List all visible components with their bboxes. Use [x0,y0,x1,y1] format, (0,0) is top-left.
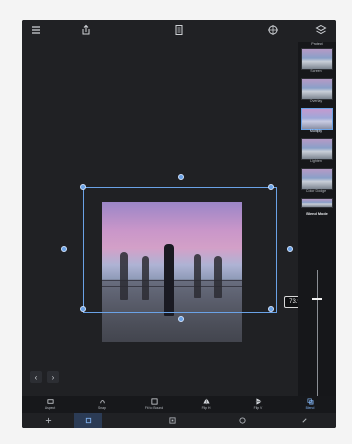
blend-option-more[interactable] [301,198,333,220]
side-handle[interactable] [61,246,67,252]
blend-thumbnail [301,198,333,208]
blend-option-label: Screen [310,69,322,73]
blend-thumbnail [301,108,333,130]
share-icon[interactable] [80,24,92,36]
blend-option-lighten[interactable]: Lighten [301,138,333,168]
layers-icon[interactable] [315,24,327,36]
tab-frame[interactable] [152,413,192,428]
aspect-button[interactable]: Aspect [30,396,70,413]
blend-button[interactable]: Blend [290,396,330,413]
flip-h-label: Flip H [201,406,211,410]
menu-icon[interactable] [30,24,42,36]
tab-brush[interactable] [284,413,324,428]
brush-tab-icon [301,418,307,423]
tool-tab-bar [22,413,336,428]
previous-button[interactable]: ‹ [30,371,42,383]
app-window: 73.9 Protect Screen Overlay Multiply Lig… [22,20,336,428]
blend-option-label: Lighten [310,159,322,163]
aspect-label: Aspect [44,406,56,410]
transform-bounding-box[interactable] [61,174,293,322]
document-icon[interactable] [173,24,185,36]
corner-handle[interactable] [268,184,274,190]
flip-v-label: Flip V [253,406,263,410]
corner-handle[interactable] [80,306,86,312]
blend-thumbnail [301,138,333,160]
blend-option-screen[interactable]: Screen [301,48,333,78]
crop-tab-icon [85,417,91,424]
blend-option-color-dodge[interactable]: Color Dodge [301,168,333,198]
blend-thumbnail [301,78,333,100]
blend-icon [307,398,314,405]
bottom-handle[interactable] [178,316,184,322]
tab-filter[interactable] [222,413,262,428]
snap-button[interactable]: Snap [82,396,122,413]
aspect-icon [46,398,54,405]
bottom-toolbar: Aspect Snap Fit to Bound Flip H Flip V B… [22,396,336,413]
move-tab-icon [45,417,51,424]
fit-to-bound-button[interactable]: Fit to Bound [134,396,174,413]
opacity-slider-track[interactable] [317,270,318,400]
next-button[interactable]: › [47,371,59,383]
blend-option-multiply[interactable]: Multiply [301,108,333,138]
blend-header-label: Protect [311,42,323,46]
flip-h-button[interactable]: Flip H [186,396,226,413]
flip-v-icon [255,398,262,405]
opacity-slider-handle[interactable] [312,298,322,300]
blend-thumbnail [301,168,333,190]
move-icon[interactable] [267,24,279,36]
blend-thumbnail [301,48,333,70]
fit-to-bound-label: Fit to Bound [144,406,164,410]
frame-tab-icon [168,417,176,424]
blend-option-label: Overlay [309,99,323,103]
flip-v-button[interactable]: Flip V [238,396,278,413]
rotate-handle[interactable] [178,174,184,180]
snap-label: Snap [98,406,106,410]
fit-icon [150,398,158,405]
blend-mode-title: Blend Mode [306,212,328,216]
blend-mode-sidebar: Protect Screen Overlay Multiply Lighten … [298,42,336,411]
corner-handle[interactable] [80,184,86,190]
editing-canvas[interactable]: 73.9 [22,42,306,396]
snap-icon [99,398,106,405]
side-handle[interactable] [287,246,293,252]
flip-h-icon [202,398,210,405]
tab-move[interactable] [22,413,74,428]
blend-label: Blend [305,406,315,410]
tab-crop[interactable] [74,413,102,428]
top-toolbar [22,20,336,42]
filter-tab-icon [238,417,246,424]
blend-option-overlay[interactable]: Overlay [301,78,333,108]
blend-option-label: Color Dodge [305,189,327,193]
corner-handle[interactable] [268,306,274,312]
blend-option-label: Multiply [309,129,323,133]
